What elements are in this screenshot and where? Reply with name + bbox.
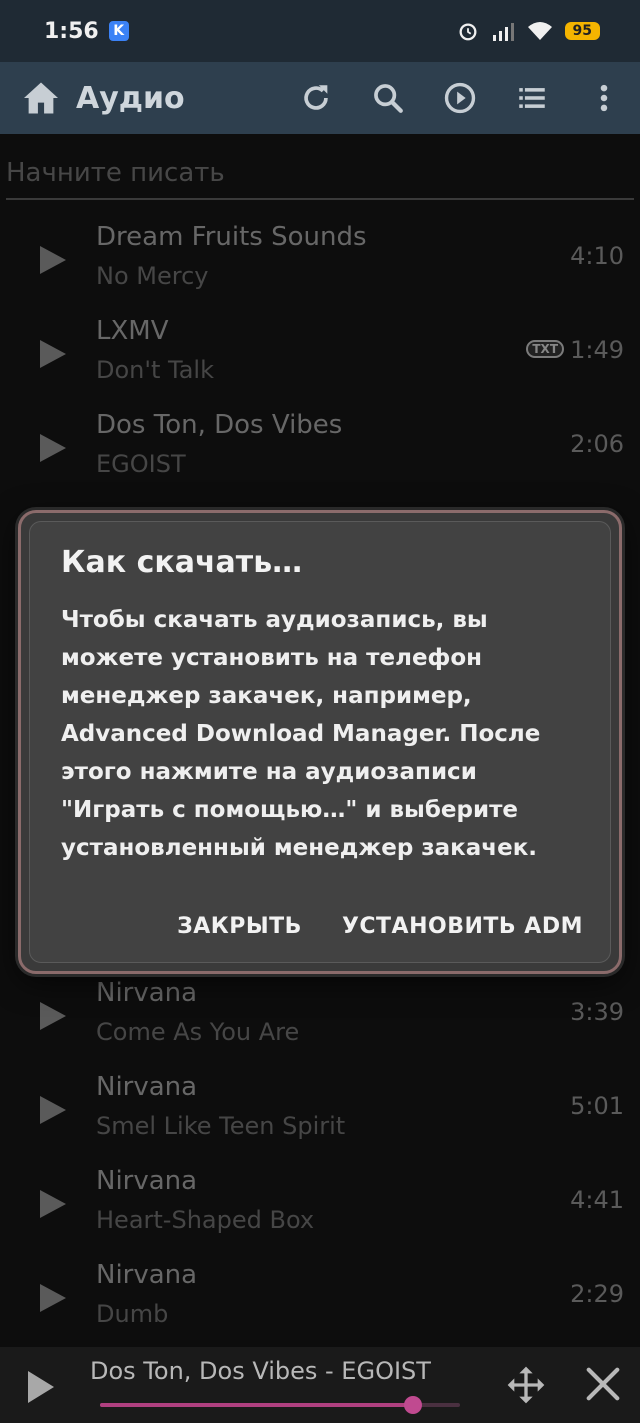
app-toolbar: Аудио: [0, 62, 640, 134]
refresh-icon[interactable]: [298, 80, 334, 116]
mini-player: Dos Ton, Dos Vibes - EGOIST: [0, 1347, 640, 1423]
battery-indicator: 95: [564, 22, 600, 40]
app-notification-icon: K: [108, 21, 129, 41]
status-time: 1:56: [44, 18, 99, 44]
alarm-icon: [459, 23, 476, 41]
dialog-title: Как скачать…: [61, 545, 303, 580]
playback-progress-fill: [100, 1403, 414, 1407]
playback-progress-bar[interactable]: [100, 1396, 460, 1414]
home-icon[interactable]: [22, 81, 60, 115]
play-circle-icon[interactable]: [442, 80, 478, 116]
status-bar: 1:56 K 95: [0, 0, 640, 62]
playback-seek-handle[interactable]: [404, 1396, 423, 1414]
close-button[interactable]: ЗАКРЫТЬ: [177, 914, 302, 939]
page-title: Аудио: [76, 80, 185, 116]
player-play-icon[interactable]: [28, 1371, 54, 1403]
wifi-icon: [527, 22, 552, 40]
install-adm-button[interactable]: УСТАНОВИТЬ ADM: [342, 914, 583, 939]
search-icon[interactable]: [370, 80, 406, 116]
screen: 1:56 K 95 Аудио Начните писать Dream Fru…: [0, 0, 640, 1423]
list-icon[interactable]: [514, 80, 550, 116]
more-vert-icon[interactable]: [586, 80, 622, 116]
close-player-icon[interactable]: [584, 1365, 622, 1403]
download-help-dialog: Как скачать… Чтобы скачать аудиозапись, …: [18, 510, 622, 974]
dialog-message: Чтобы скачать аудиозапись, вы можете уст…: [61, 607, 541, 861]
now-playing-title: Dos Ton, Dos Vibes - EGOIST: [90, 1357, 431, 1385]
move-icon[interactable]: [506, 1365, 546, 1405]
signal-icon: [492, 23, 514, 41]
